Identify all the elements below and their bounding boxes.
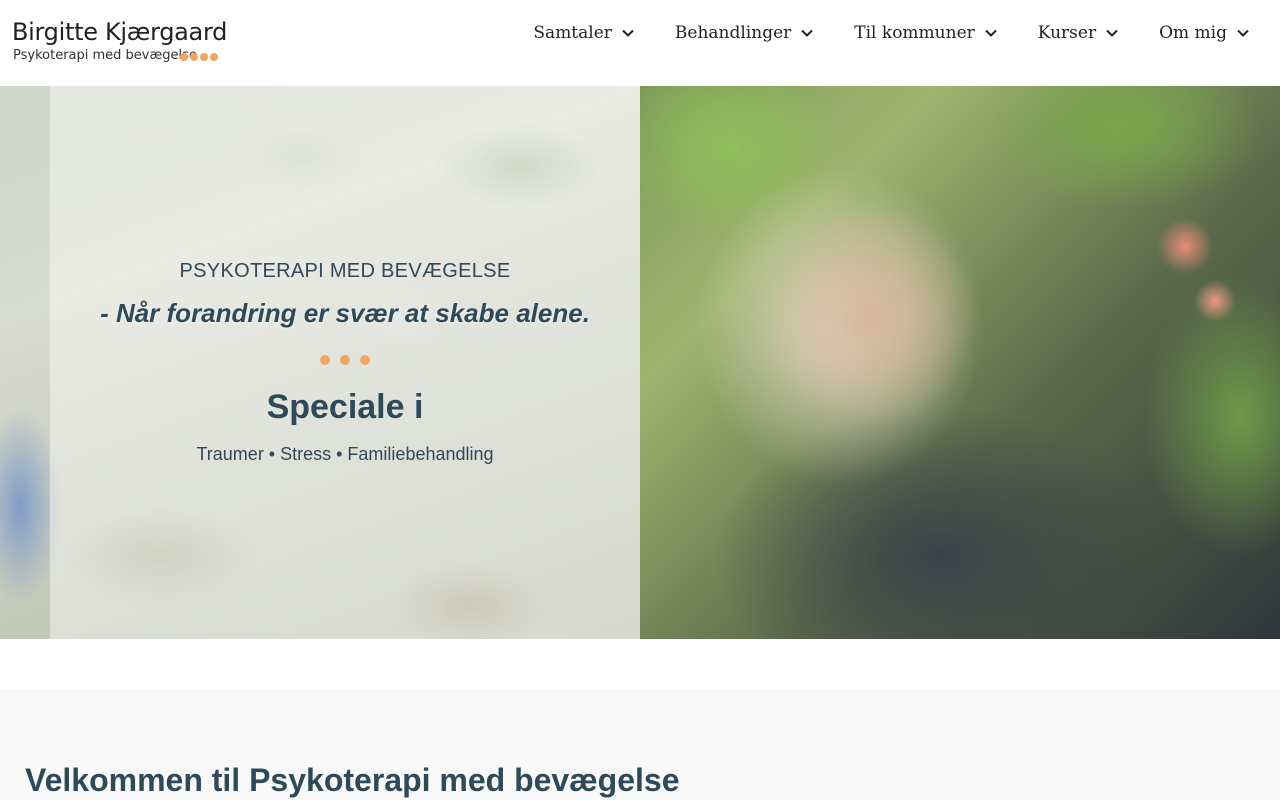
- welcome-section: Velkommen til Psykoterapi med bevægelse: [0, 689, 1280, 800]
- chevron-down-icon: [1106, 29, 1118, 37]
- hero-portrait-image: [640, 86, 1280, 639]
- logo-dots: [180, 53, 230, 63]
- site-logo[interactable]: Birgitte Kjærgaard Psykoterapi med bevæg…: [12, 18, 227, 66]
- welcome-title: Velkommen til Psykoterapi med bevægelse: [25, 762, 680, 798]
- logo-tagline: Psykoterapi med bevægelse: [13, 48, 197, 63]
- hero-specialty-areas: Traumer • Stress • Familiebehandling: [196, 444, 494, 464]
- main-nav: Samtaler Behandlinger Til kommuner Kurse…: [513, 0, 1270, 66]
- chevron-down-icon: [985, 29, 997, 37]
- hero-specialty-heading: Speciale i: [266, 388, 424, 426]
- nav-item-label: Samtaler: [533, 23, 612, 43]
- hero-eyebrow: PSYKOTERAPI MED BEVÆGELSE: [179, 260, 511, 282]
- chevron-down-icon: [622, 29, 634, 37]
- hero-divider-dots: [320, 355, 380, 367]
- nav-item-samtaler[interactable]: Samtaler: [513, 0, 655, 66]
- chevron-down-icon: [801, 29, 813, 37]
- nav-item-om-mig[interactable]: Om mig: [1139, 0, 1270, 66]
- logo-name: Birgitte Kjærgaard: [12, 18, 228, 46]
- hero-section: PSYKOTERAPI MED BEVÆGELSE - Når forandri…: [0, 86, 1280, 639]
- nav-item-til-kommuner[interactable]: Til kommuner: [834, 0, 1017, 66]
- hero-tagline: - Når forandring er svær at skabe alene.: [100, 298, 590, 328]
- nav-item-kurser[interactable]: Kurser: [1018, 0, 1139, 66]
- nav-item-label: Til kommuner: [854, 23, 975, 43]
- nav-item-label: Kurser: [1037, 23, 1097, 43]
- nav-item-label: Om mig: [1159, 23, 1227, 43]
- nav-item-behandlinger[interactable]: Behandlinger: [655, 0, 834, 66]
- site-header: Birgitte Kjærgaard Psykoterapi med bevæg…: [0, 0, 1280, 86]
- chevron-down-icon: [1237, 29, 1249, 37]
- nav-item-label: Behandlinger: [674, 23, 792, 43]
